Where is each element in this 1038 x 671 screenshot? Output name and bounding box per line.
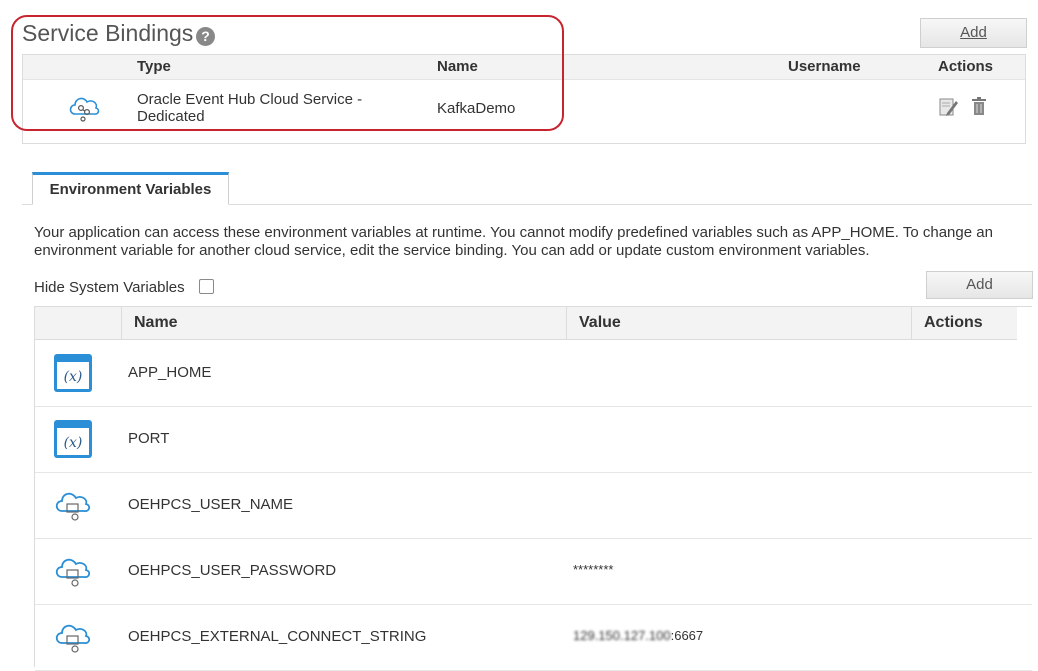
edit-icon[interactable]: [939, 96, 959, 118]
variable-icon: (x): [54, 420, 92, 458]
service-bindings-header: Type Name Username Actions: [23, 55, 1025, 80]
variable-value: 129.150.127.100:6667: [573, 628, 703, 643]
hide-system-variables-label: Hide System Variables: [34, 279, 185, 296]
column-actions: Actions: [924, 314, 983, 331]
table-row: (x) PORT: [35, 406, 1032, 473]
add-label: Add: [960, 24, 987, 41]
table-row: OEHPCS_EXTERNAL_CONNECT_STRING 129.150.1…: [35, 604, 1032, 671]
column-separator: [121, 307, 122, 339]
column-separator: [911, 307, 912, 339]
add-environment-variable-button[interactable]: Add: [926, 271, 1033, 299]
variable-name: OEHPCS_USER_NAME: [128, 496, 294, 513]
table-row: (x) APP_HOME: [35, 340, 1032, 407]
column-name: Name: [437, 58, 478, 75]
column-value: Value: [579, 314, 621, 331]
variable-name: OEHPCS_EXTERNAL_CONNECT_STRING: [128, 628, 427, 645]
delete-icon[interactable]: [971, 96, 987, 116]
tab-environment-variables[interactable]: Environment Variables: [32, 172, 229, 205]
variable-name: OEHPCS_USER_PASSWORD: [128, 562, 337, 579]
service-bindings-title: Service Bindings: [22, 20, 194, 46]
column-actions: Actions: [938, 58, 994, 75]
cloud-service-icon: [55, 624, 91, 653]
table-row: OEHPCS_USER_NAME: [35, 472, 1032, 539]
service-bindings-table: Type Name Username Actions Oracle Event …: [22, 54, 1026, 144]
help-icon[interactable]: ?: [196, 27, 215, 46]
port-suffix: :6667: [670, 628, 704, 643]
environment-description: Your application can access these enviro…: [34, 224, 993, 259]
cloud-service-icon: [55, 558, 91, 587]
service-binding-row: Oracle Event Hub Cloud Service - Dedicat…: [23, 80, 1025, 143]
binding-type-line1: Oracle Event Hub Cloud Service -: [137, 91, 363, 108]
table-row: OEHPCS_USER_PASSWORD ********: [35, 538, 1032, 605]
variable-name: PORT: [128, 430, 170, 447]
environment-variables-table: Name Value Actions (x) APP_HOME (x) PORT…: [34, 306, 1032, 671]
svg-text:(x): (x): [64, 435, 83, 451]
binding-type-line2: Dedicated: [137, 108, 205, 125]
binding-type: Oracle Event Hub Cloud Service - Dedicat…: [137, 91, 362, 125]
add-service-binding-button[interactable]: Add: [920, 18, 1027, 48]
hide-system-variables-checkbox[interactable]: [199, 279, 214, 294]
svg-text:(x): (x): [64, 369, 83, 385]
cloud-event-hub-icon: [69, 97, 100, 122]
column-name: Name: [134, 314, 178, 331]
binding-name: KafkaDemo: [437, 100, 516, 117]
variable-value: ********: [573, 562, 614, 577]
environment-table-header: Name Value Actions: [35, 307, 1017, 340]
cloud-service-icon: [55, 492, 91, 521]
column-username: Username: [788, 58, 861, 75]
column-separator: [566, 307, 567, 339]
variable-name: APP_HOME: [128, 364, 212, 381]
column-type: Type: [137, 58, 171, 75]
variable-icon: (x): [54, 354, 92, 392]
blurred-ip: 129.150.127.100: [573, 628, 671, 643]
